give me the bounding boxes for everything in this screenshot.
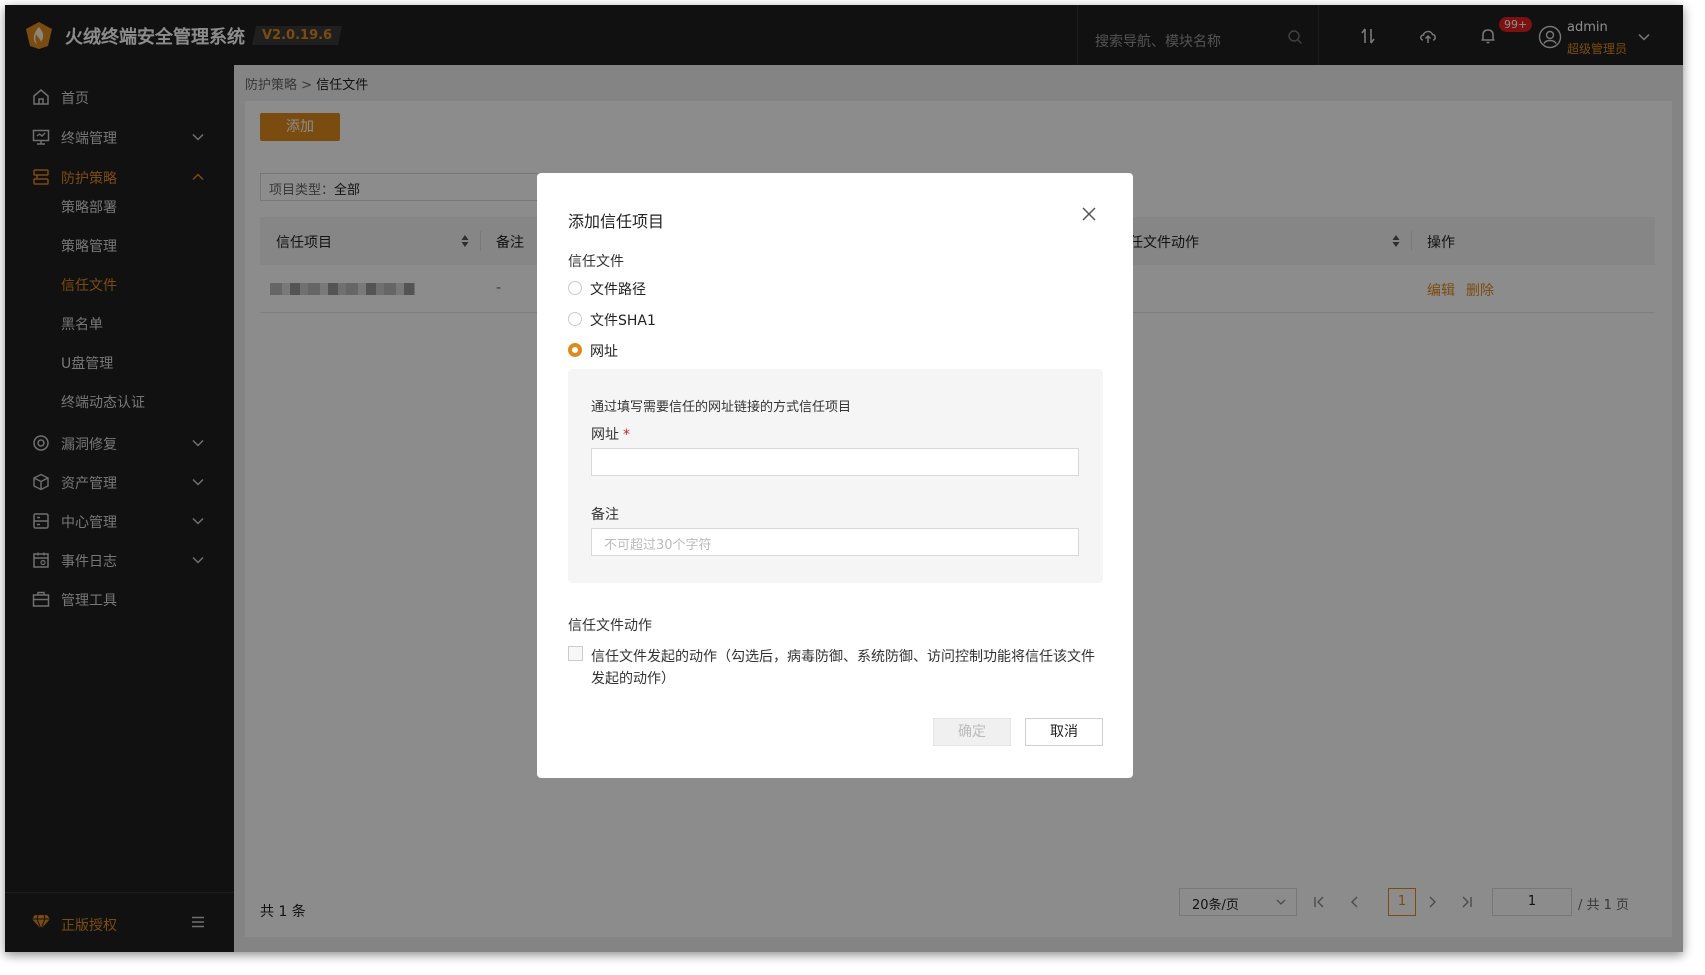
radio-url[interactable]: [568, 343, 582, 357]
radio-label-file-path[interactable]: 文件路径: [590, 279, 646, 299]
add-trusted-item-dialog: 添加信任项目 信任文件 文件路径 文件SHA1 网址 通过填写需要信任的网址链接…: [537, 173, 1133, 778]
radio-file-sha1[interactable]: [568, 312, 582, 326]
remark-label: 备注: [591, 507, 619, 523]
trusted-file-label: 信任文件: [568, 254, 624, 270]
url-panel: 通过填写需要信任的网址链接的方式信任项目 网址 * 备注 不可超过30个字符: [568, 369, 1103, 583]
close-icon[interactable]: [1081, 206, 1097, 222]
trust-action-checkbox[interactable]: [568, 646, 583, 661]
confirm-button[interactable]: 确定: [933, 718, 1011, 746]
radio-file-path[interactable]: [568, 281, 582, 295]
remark-input[interactable]: 不可超过30个字符: [591, 528, 1079, 556]
url-label-text: 网址: [591, 427, 619, 443]
radio-label-file-sha1[interactable]: 文件SHA1: [590, 310, 656, 330]
trust-action-label: 信任文件动作: [568, 618, 652, 634]
app-window: 火绒终端安全管理系统 V2.0.19.6 搜索导航、模块名称 99+ admin…: [5, 5, 1683, 952]
url-label: 网址 *: [591, 424, 630, 444]
radio-label-url[interactable]: 网址: [590, 341, 618, 361]
required-mark: *: [623, 427, 630, 443]
dialog-title: 添加信任项目: [568, 212, 665, 231]
trust-action-checkbox-label[interactable]: 信任文件发起的动作（勾选后，病毒防御、系统防御、访问控制功能将信任该文件发起的动…: [591, 646, 1101, 690]
url-input[interactable]: [591, 448, 1079, 476]
cancel-button[interactable]: 取消: [1025, 718, 1103, 746]
url-hint: 通过填写需要信任的网址链接的方式信任项目: [591, 400, 852, 415]
